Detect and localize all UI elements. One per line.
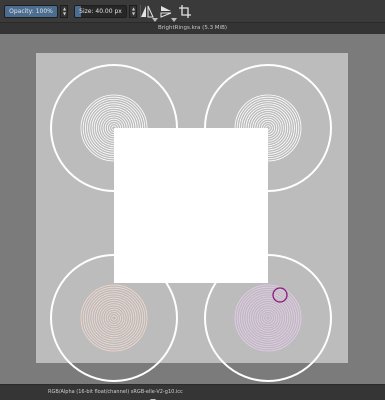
- chevron-down-icon[interactable]: [152, 8, 158, 22]
- white-square: [114, 128, 268, 283]
- color-space-info[interactable]: RGB/Alpha (16-bit float/channel) sRGB-el…: [48, 388, 183, 397]
- crop-icon[interactable]: [178, 4, 192, 19]
- size-spinner[interactable]: ▲ ▼: [129, 5, 137, 18]
- opacity-label: Opacity: 100%: [9, 8, 53, 15]
- opacity-slider[interactable]: Opacity: 100%: [4, 5, 58, 18]
- status-bar: RGB/Alpha (16-bit float/channel) sRGB-el…: [0, 384, 385, 400]
- opacity-spinner[interactable]: ▲ ▼: [60, 5, 68, 18]
- spin-down-icon[interactable]: ▼: [62, 12, 67, 16]
- tool-options-bar: Opacity: 100% ▲ ▼ Size: 40.00 px ▲ ▼: [0, 0, 385, 23]
- app-window: Opacity: 100% ▲ ▼ Size: 40.00 px ▲ ▼ Bri…: [0, 0, 385, 400]
- document-title: BrightRings.kra (5.3 MiB): [0, 23, 385, 34]
- size-slider[interactable]: Size: 40.00 px: [74, 5, 127, 18]
- canvas-artwork[interactable]: [0, 34, 385, 384]
- size-label: Size: 40.00 px: [79, 8, 122, 15]
- spin-down-icon[interactable]: ▼: [131, 12, 136, 16]
- canvas-viewport[interactable]: [0, 34, 385, 384]
- chevron-down-icon[interactable]: [171, 8, 177, 22]
- chevron-down-icon[interactable]: [150, 389, 156, 400]
